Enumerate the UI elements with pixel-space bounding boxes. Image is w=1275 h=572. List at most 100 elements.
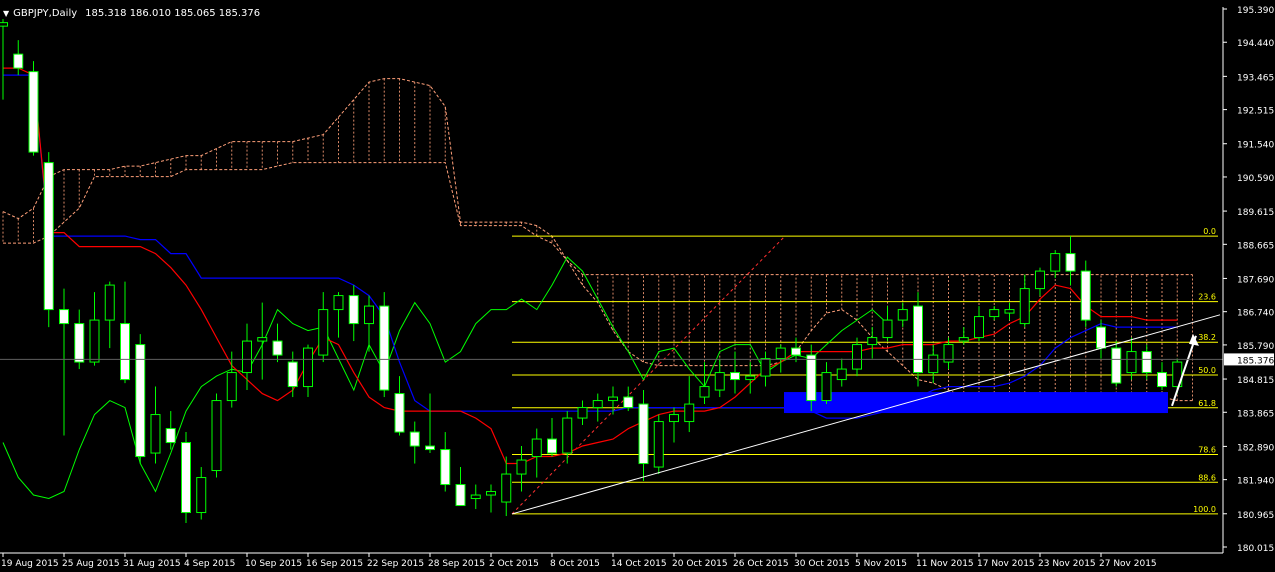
candle-body <box>364 305 374 325</box>
candle-body <box>89 319 100 363</box>
price-tick-label: 186.740 <box>1237 309 1274 319</box>
time-tick-label: 23 Nov 2015 <box>1038 559 1096 569</box>
support-zone-rect <box>784 392 1168 414</box>
candle-body <box>1004 309 1015 314</box>
candle-body <box>379 305 390 391</box>
price-tick-label: 193.465 <box>1237 73 1274 83</box>
price-tick-label: 195.390 <box>1237 6 1274 16</box>
candle-body <box>59 309 69 325</box>
candle-body <box>913 305 923 374</box>
candle-body <box>1141 351 1152 374</box>
time-tick-label: 26 Oct 2015 <box>733 559 789 569</box>
fib-level-label: 61.8 <box>1198 399 1216 408</box>
candle-body <box>394 393 405 433</box>
fib-level-label: 88.6 <box>1198 473 1216 482</box>
time-tick-label: 22 Sep 2015 <box>367 559 424 569</box>
candle-body <box>272 340 283 356</box>
candle-body <box>150 414 161 454</box>
candle-body <box>425 445 435 451</box>
candle-body <box>684 403 695 423</box>
dropdown-arrow-icon[interactable]: ▼ <box>3 9 9 18</box>
ohlc-values: 185.318 186.010 185.065 185.376 <box>85 8 261 19</box>
candle-body <box>1126 351 1137 374</box>
candle-body <box>928 354 939 374</box>
candle-body <box>516 459 527 475</box>
time-tick-label: 5 Nov 2015 <box>855 559 907 569</box>
candle-body <box>409 431 420 447</box>
candle-body <box>852 344 862 370</box>
candle-body <box>303 347 313 388</box>
fib-level-label: 0.0 <box>1203 227 1216 236</box>
support-zone <box>784 392 1168 414</box>
candle-body <box>1096 326 1106 349</box>
candle-body <box>104 284 115 321</box>
candle-body <box>501 473 512 503</box>
candle-body <box>226 372 237 402</box>
candle-body <box>318 309 329 356</box>
candle-body <box>1080 270 1091 321</box>
fib-level-label: 23.6 <box>1198 293 1216 302</box>
chart: 0.0 23.6 38.2 50.0 61.8 78.6 88.6 100.0 195.390… <box>0 0 1275 572</box>
symbol-label: GBPJPY,Daily <box>13 8 78 19</box>
candle-body <box>867 337 878 346</box>
candle-body <box>13 53 24 69</box>
fib-level-label: 78.6 <box>1198 445 1216 454</box>
candle-body <box>592 400 603 409</box>
candle-body <box>470 494 481 500</box>
time-tick-label: 27 Nov 2015 <box>1099 559 1157 569</box>
fib-level-label: 38.2 <box>1198 333 1216 342</box>
candle-body <box>181 442 191 514</box>
candle-body <box>211 400 222 472</box>
time-tick-label: 19 Aug 2015 <box>1 559 59 569</box>
chart-header: ▼ GBPJPY,Daily 185.318 186.010 185.065 185… <box>3 8 260 19</box>
candle-body <box>333 295 344 311</box>
candle-body <box>257 337 268 342</box>
price-tick-label: 184.815 <box>1237 376 1274 386</box>
candle-body <box>562 417 573 454</box>
price-tick-label: 180.015 <box>1237 544 1274 554</box>
candle-body <box>28 71 39 153</box>
time-tick-label: 2 Oct 2015 <box>489 559 539 569</box>
time-tick-label: 8 Oct 2015 <box>550 559 600 569</box>
price-tick-label: 194.440 <box>1237 39 1274 49</box>
time-tick-label: 28 Sep 2015 <box>428 559 485 569</box>
candle-body <box>120 323 130 381</box>
candle-body <box>455 484 466 507</box>
candle-body <box>730 372 740 381</box>
candle-body <box>775 347 786 360</box>
candle-body <box>165 428 176 444</box>
time-tick-label: 10 Sep 2015 <box>245 559 302 569</box>
candle-body <box>440 449 451 486</box>
candle-body <box>989 309 1000 318</box>
price-tick-label: 190.590 <box>1237 174 1274 184</box>
candle-body <box>0 22 8 27</box>
fib-level-label: 50.0 <box>1198 366 1216 375</box>
time-tick-label: 4 Sep 2015 <box>184 559 235 569</box>
candle-body <box>653 421 664 468</box>
candle-body <box>74 323 85 363</box>
candle-body <box>1065 253 1076 272</box>
candle-body <box>669 414 679 423</box>
price-tick-label: 181.940 <box>1237 477 1274 487</box>
candle-body <box>577 407 588 419</box>
candle-body <box>242 340 252 374</box>
candle-body <box>1019 288 1030 325</box>
time-tick-label: 14 Oct 2015 <box>611 559 667 569</box>
candle-body <box>836 368 847 381</box>
time-tick-label: 31 Aug 2015 <box>123 559 181 569</box>
candle-body <box>287 361 298 388</box>
candle-body <box>1111 347 1122 384</box>
candle-body <box>43 162 54 311</box>
price-tick-label: 191.540 <box>1237 141 1274 151</box>
candle-body <box>623 396 634 409</box>
candle-body <box>882 319 893 339</box>
price-tick-label: 187.690 <box>1237 275 1274 285</box>
candle-body <box>821 372 832 402</box>
candle-body <box>638 403 649 465</box>
candle-body <box>714 372 725 391</box>
candle-body <box>531 438 542 458</box>
candle-body <box>1035 270 1045 290</box>
candle-body <box>1157 372 1167 388</box>
fib-level-label: 100.0 <box>1193 505 1216 514</box>
price-tick-label: 188.665 <box>1237 241 1274 251</box>
